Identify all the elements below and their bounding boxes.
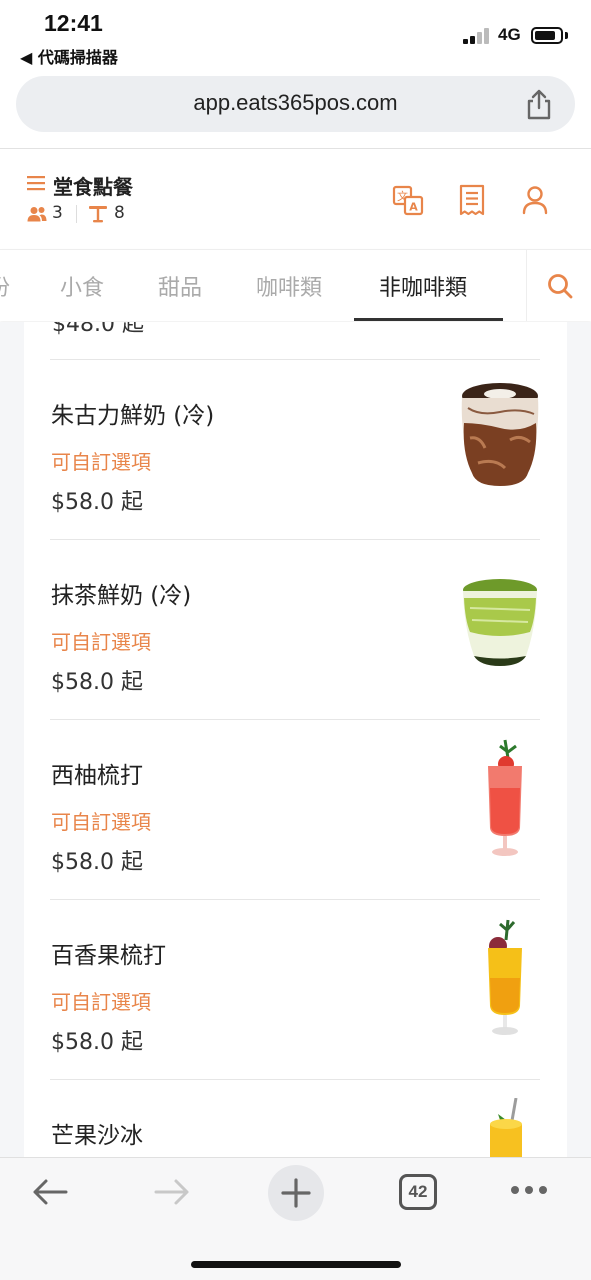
address-bar[interactable]: app.eats365pos.com bbox=[16, 76, 575, 132]
mango-smoothie-image[interactable] bbox=[450, 1098, 550, 1157]
url-text[interactable]: app.eats365pos.com bbox=[16, 90, 575, 116]
menu-list: $48.0 起 朱古力鮮奶 (冷) 可自訂選項 $58.0 起 抹茶鮮奶 (冷)… bbox=[0, 322, 591, 1157]
item-options: 可自訂選項 bbox=[51, 450, 151, 474]
item-options: 可自訂選項 bbox=[51, 990, 151, 1014]
tab-non-coffee[interactable]: 非咖啡類 bbox=[379, 270, 467, 302]
translate-icon[interactable]: 文 A bbox=[392, 183, 424, 217]
menu-card: $48.0 起 朱古力鮮奶 (冷) 可自訂選項 $58.0 起 抹茶鮮奶 (冷)… bbox=[24, 322, 567, 1157]
search-icon[interactable] bbox=[546, 272, 574, 300]
menu-icon[interactable] bbox=[27, 175, 45, 191]
tab-coffee[interactable]: 咖啡類 bbox=[256, 270, 322, 302]
account-icon[interactable] bbox=[519, 183, 551, 217]
chocolate-milk-image[interactable] bbox=[450, 378, 550, 508]
tab-snacks[interactable]: 小食 bbox=[60, 270, 104, 302]
status-bar: 12:41 ◀ 代碼掃描器 4G bbox=[0, 0, 591, 68]
more-options-icon[interactable] bbox=[508, 1184, 550, 1196]
menu-item[interactable]: 百香果梳打 可自訂選項 $58.0 起 bbox=[50, 899, 540, 1079]
matcha-milk-image[interactable] bbox=[450, 558, 550, 688]
item-name: 芒果沙冰 bbox=[51, 1123, 143, 1149]
item-options: 可自訂選項 bbox=[51, 810, 151, 834]
page-title: 堂食點餐 bbox=[53, 175, 133, 199]
table-number: 8 bbox=[114, 203, 125, 223]
item-price: $58.0 起 bbox=[51, 850, 143, 875]
back-to-app-link[interactable]: ◀ 代碼掃描器 bbox=[20, 44, 118, 68]
back-arrow-icon[interactable] bbox=[30, 1176, 70, 1208]
forward-arrow-icon[interactable] bbox=[152, 1176, 192, 1208]
signal-icon bbox=[463, 28, 493, 44]
search-button[interactable] bbox=[526, 250, 591, 321]
item-name: 抹茶鮮奶 (冷) bbox=[51, 583, 192, 609]
item-name: 西柚梳打 bbox=[51, 763, 143, 789]
menu-item[interactable]: 抹茶鮮奶 (冷) 可自訂選項 $58.0 起 bbox=[50, 539, 540, 719]
item-name: 朱古力鮮奶 (冷) bbox=[51, 403, 215, 429]
category-tabs: 份 小食 甜品 咖啡類 非咖啡類 bbox=[0, 249, 591, 321]
menu-item[interactable]: 芒果沙冰 bbox=[50, 1079, 540, 1157]
guest-count: 3 bbox=[52, 203, 63, 223]
item-price: $48.0 起 bbox=[52, 322, 144, 337]
status-time: 12:41 bbox=[44, 10, 103, 36]
tab-category-partial[interactable]: 份 bbox=[0, 270, 10, 302]
home-indicator bbox=[191, 1261, 401, 1268]
grapefruit-soda-image[interactable] bbox=[450, 738, 550, 868]
network-type: 4G bbox=[498, 25, 521, 44]
menu-item[interactable]: 朱古力鮮奶 (冷) 可自訂選項 $58.0 起 bbox=[50, 359, 540, 539]
app-header: 堂食點餐 3 8 文 A bbox=[0, 149, 591, 249]
item-name: 百香果梳打 bbox=[51, 943, 166, 969]
guests-icon bbox=[27, 207, 47, 222]
passionfruit-soda-image[interactable] bbox=[450, 918, 550, 1048]
svg-text:A: A bbox=[409, 201, 418, 214]
share-icon[interactable] bbox=[524, 88, 554, 120]
table-icon bbox=[89, 206, 107, 223]
item-price: $58.0 起 bbox=[51, 490, 143, 515]
new-tab-plus-icon[interactable] bbox=[267, 1164, 325, 1222]
item-price: $58.0 起 bbox=[51, 670, 143, 695]
tabs-count-button[interactable]: 42 bbox=[399, 1174, 437, 1210]
menu-item[interactable]: 西柚梳打 可自訂選項 $58.0 起 bbox=[50, 719, 540, 899]
active-tab-indicator bbox=[354, 318, 503, 321]
battery-icon bbox=[531, 27, 563, 44]
receipt-icon[interactable] bbox=[456, 183, 488, 217]
item-options: 可自訂選項 bbox=[51, 630, 151, 654]
tab-desserts[interactable]: 甜品 bbox=[158, 270, 202, 302]
item-price: $58.0 起 bbox=[51, 1030, 143, 1055]
